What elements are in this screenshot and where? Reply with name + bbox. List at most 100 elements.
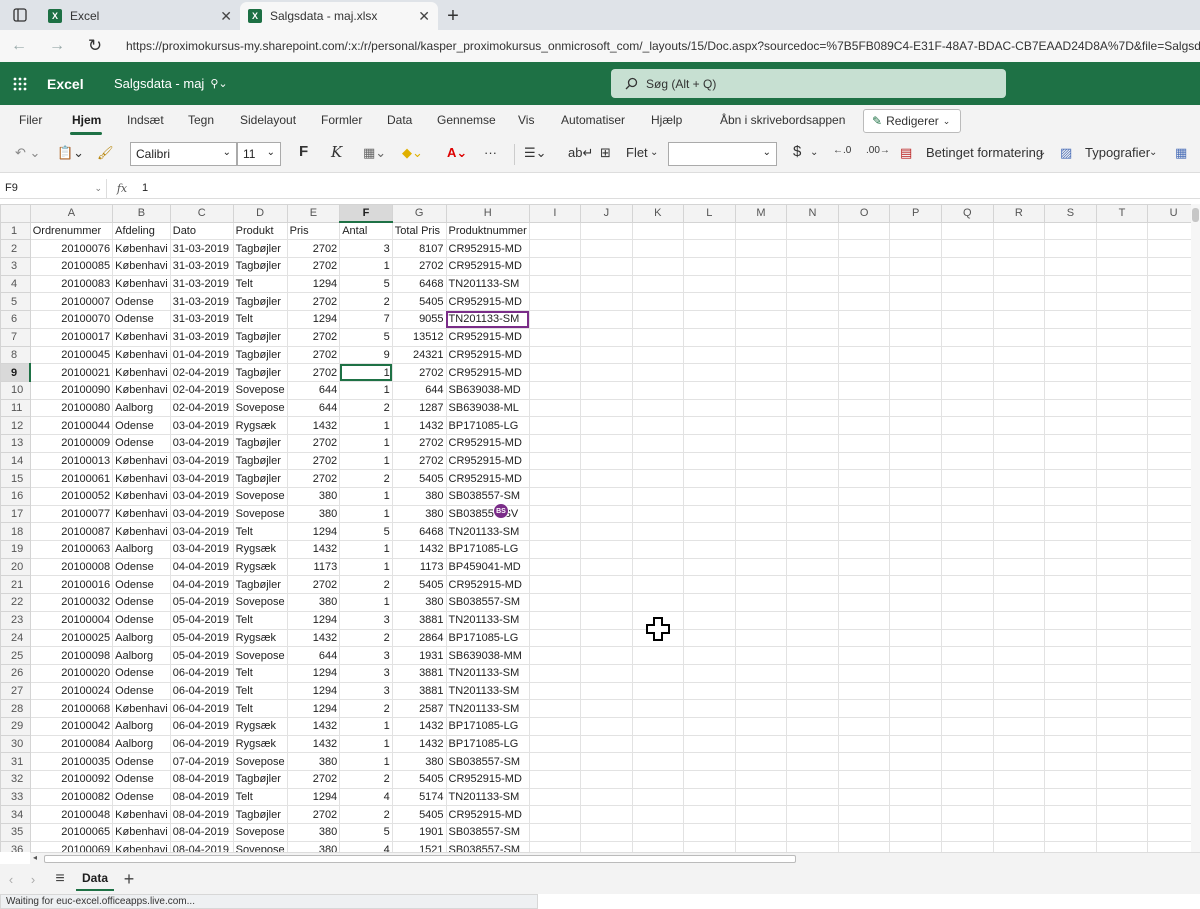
empty-cell[interactable]: [580, 274, 633, 294]
empty-cell[interactable]: [786, 257, 839, 276]
empty-cell[interactable]: [1095, 274, 1149, 294]
scroll-left-icon[interactable]: ◂: [33, 853, 37, 862]
empty-cell[interactable]: [992, 327, 1046, 347]
currency-format-button[interactable]: $: [793, 143, 801, 160]
data-cell[interactable]: 08-04-2019: [169, 770, 234, 789]
empty-cell[interactable]: [528, 487, 582, 506]
data-cell[interactable]: 06-04-2019: [169, 699, 234, 718]
tab-gennemse[interactable]: Gennemse: [437, 113, 496, 127]
empty-cell[interactable]: [889, 221, 942, 241]
app-launcher-icon[interactable]: [0, 76, 40, 92]
empty-cell[interactable]: [1044, 716, 1097, 736]
empty-cell[interactable]: [992, 504, 1046, 524]
data-cell[interactable]: 5405: [391, 770, 447, 789]
data-cell[interactable]: 1432: [286, 628, 341, 648]
empty-cell[interactable]: [837, 257, 891, 276]
empty-cell[interactable]: [940, 469, 994, 488]
data-cell[interactable]: Aalborg: [112, 540, 171, 559]
empty-cell[interactable]: [631, 345, 685, 365]
data-cell[interactable]: 20100042: [29, 716, 114, 736]
header-cell[interactable]: Produktnummer: [445, 221, 530, 241]
empty-cell[interactable]: [786, 805, 839, 825]
back-button[interactable]: ←: [0, 30, 38, 62]
empty-cell[interactable]: [940, 628, 994, 648]
empty-cell[interactable]: [580, 522, 633, 542]
empty-cell[interactable]: [1044, 681, 1097, 701]
spreadsheet-grid[interactable]: ABCDEFGHIJKLMNOPQRSTU 1 Ordrenummer Afdeli…: [0, 204, 1200, 852]
empty-cell[interactable]: [734, 433, 788, 453]
empty-cell[interactable]: [837, 221, 891, 241]
empty-cell[interactable]: [631, 663, 685, 683]
data-cell[interactable]: Tagbøjler: [232, 292, 288, 312]
row-header[interactable]: 8: [0, 345, 31, 365]
data-cell[interactable]: TN201133-SM: [445, 274, 530, 294]
data-cell[interactable]: TN201133-SM: [445, 310, 530, 329]
empty-cell[interactable]: [837, 681, 891, 701]
data-cell[interactable]: Tagbøjler: [232, 575, 288, 595]
empty-cell[interactable]: [940, 663, 994, 683]
increase-decimal-icon[interactable]: ←.0: [833, 145, 851, 156]
data-cell[interactable]: Københavi: [112, 469, 171, 488]
empty-cell[interactable]: [889, 327, 942, 347]
data-cell[interactable]: 2702: [391, 451, 447, 471]
empty-cell[interactable]: [631, 716, 685, 736]
data-cell[interactable]: 1: [339, 416, 393, 435]
data-cell[interactable]: Tagbøjler: [232, 770, 288, 789]
data-cell[interactable]: 20100069: [29, 840, 114, 852]
empty-cell[interactable]: [528, 823, 582, 842]
data-cell[interactable]: 06-04-2019: [169, 716, 234, 736]
data-cell[interactable]: 2702: [286, 292, 341, 312]
empty-cell[interactable]: [889, 716, 942, 736]
empty-cell[interactable]: [940, 504, 994, 524]
empty-cell[interactable]: [1095, 327, 1149, 347]
new-tab-button[interactable]: +: [438, 2, 468, 30]
data-cell[interactable]: Telt: [232, 610, 288, 630]
data-cell[interactable]: 20100070: [29, 310, 114, 329]
data-cell[interactable]: BP171085-LG: [445, 416, 530, 435]
empty-cell[interactable]: [992, 805, 1046, 825]
empty-cell[interactable]: [683, 292, 736, 312]
data-cell[interactable]: 20100024: [29, 681, 114, 701]
data-cell[interactable]: CR952915-MD: [445, 770, 530, 789]
document-title[interactable]: Salgsdata - maj ⚲⌄: [96, 76, 228, 91]
empty-cell[interactable]: [992, 469, 1046, 488]
data-cell[interactable]: 08-04-2019: [169, 840, 234, 852]
data-cell[interactable]: Telt: [232, 522, 288, 542]
empty-cell[interactable]: [734, 557, 788, 577]
vertical-scrollbar[interactable]: [1191, 204, 1200, 852]
empty-cell[interactable]: [889, 681, 942, 701]
data-cell[interactable]: 20100008: [29, 557, 114, 577]
empty-cell[interactable]: [734, 716, 788, 736]
empty-cell[interactable]: [631, 398, 685, 418]
empty-cell[interactable]: [837, 734, 891, 754]
empty-cell[interactable]: [1044, 805, 1097, 825]
empty-cell[interactable]: [889, 257, 942, 276]
data-cell[interactable]: Aalborg: [112, 398, 171, 418]
empty-cell[interactable]: [580, 310, 633, 329]
empty-cell[interactable]: [1095, 610, 1149, 630]
empty-cell[interactable]: [1044, 734, 1097, 754]
data-cell[interactable]: 1432: [286, 540, 341, 559]
data-cell[interactable]: Tagbøjler: [232, 363, 288, 382]
merge-icon[interactable]: ⊞: [600, 145, 611, 161]
empty-cell[interactable]: [889, 823, 942, 842]
empty-cell[interactable]: [528, 327, 582, 347]
empty-cell[interactable]: [580, 292, 633, 312]
empty-cell[interactable]: [683, 752, 736, 771]
data-cell[interactable]: 1: [339, 557, 393, 577]
empty-cell[interactable]: [1044, 239, 1097, 259]
data-cell[interactable]: Telt: [232, 663, 288, 683]
data-cell[interactable]: Rygsæk: [232, 416, 288, 435]
empty-cell[interactable]: [786, 540, 839, 559]
data-cell[interactable]: 2702: [286, 451, 341, 471]
scroll-thumb[interactable]: [44, 855, 796, 863]
data-cell[interactable]: 3: [339, 610, 393, 630]
empty-cell[interactable]: [734, 593, 788, 612]
empty-cell[interactable]: [580, 257, 633, 276]
data-cell[interactable]: 05-04-2019: [169, 610, 234, 630]
empty-cell[interactable]: [1095, 557, 1149, 577]
data-cell[interactable]: CR952915-MD: [445, 327, 530, 347]
data-cell[interactable]: Københavi: [112, 504, 171, 524]
header-cell[interactable]: Dato: [169, 221, 234, 241]
empty-cell[interactable]: [889, 646, 942, 665]
